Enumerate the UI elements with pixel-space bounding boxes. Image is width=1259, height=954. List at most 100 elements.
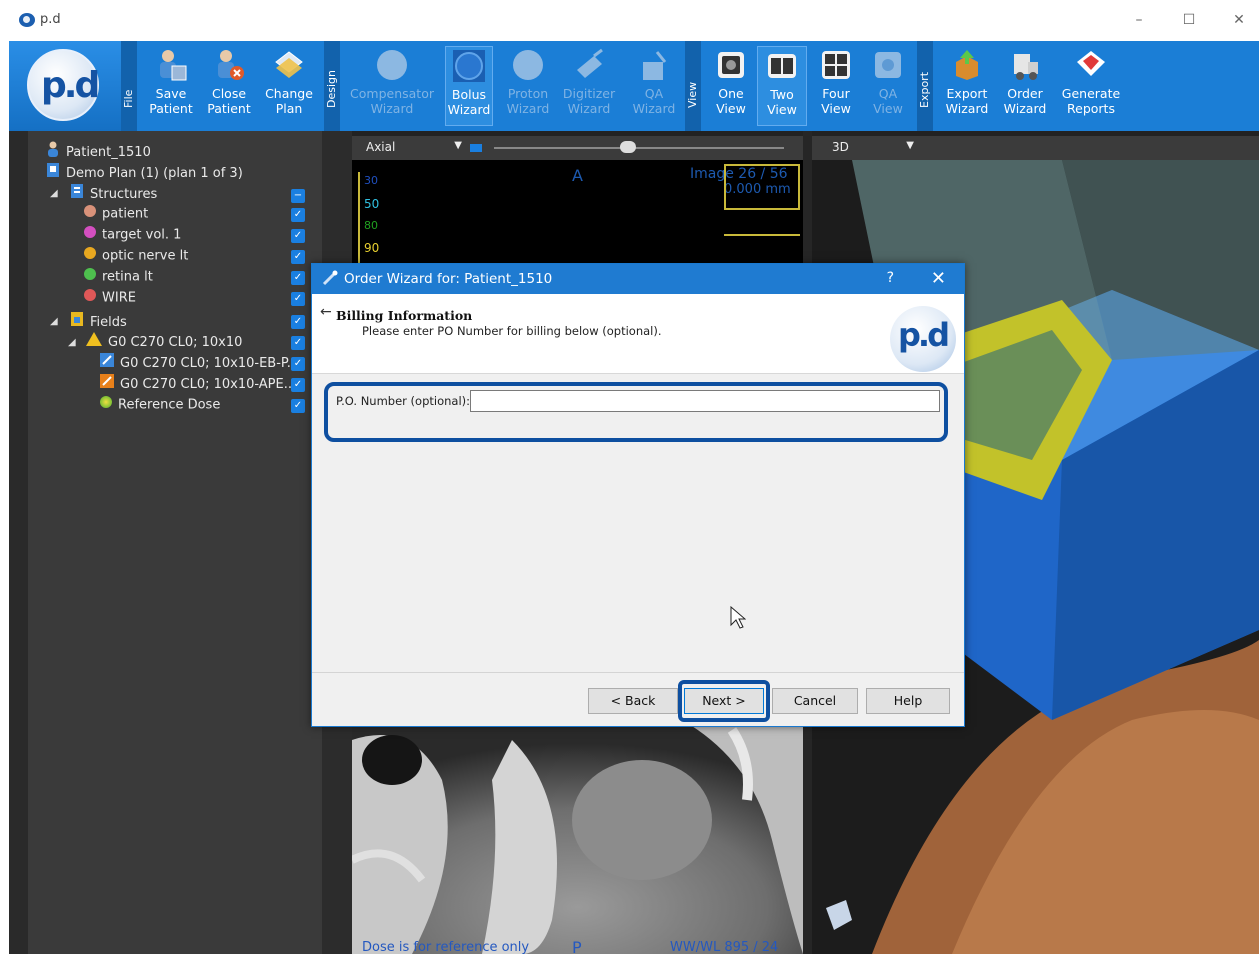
help-button[interactable]: Help xyxy=(866,688,950,714)
axial-view-select[interactable]: Axial ▼ xyxy=(366,140,462,158)
dialog-pd-logo-text: p.d xyxy=(898,316,950,354)
next-button[interactable]: Next > xyxy=(684,688,764,714)
proton-wizard-button[interactable]: Proton Wizard xyxy=(503,46,553,126)
patient-icon xyxy=(46,141,60,164)
orientation-bottom-label: P xyxy=(572,938,582,954)
two-view-button[interactable]: Two View xyxy=(757,46,807,126)
one-view-button[interactable]: One View xyxy=(707,46,755,126)
group-label-design: Design xyxy=(324,41,340,131)
save-patient-icon xyxy=(154,48,188,82)
reference-dose-checkbox[interactable]: ✓ xyxy=(291,399,305,413)
tree-plan[interactable]: Demo Plan (1) (plan 1 of 3) xyxy=(46,162,243,182)
tree-structure-item[interactable]: optic nerve lt xyxy=(84,246,188,266)
dialog-help-button[interactable]: ? xyxy=(887,270,894,286)
structure-color-icon xyxy=(84,246,96,266)
structure-checkbox[interactable]: ✓ xyxy=(291,250,305,264)
structure-color-icon xyxy=(84,288,96,308)
beam-icon xyxy=(100,353,114,374)
axial-view-header: Axial ▼ xyxy=(352,136,803,160)
qa-view-icon xyxy=(871,48,905,82)
tree-structure-item[interactable]: retina lt xyxy=(84,267,153,287)
step-subheading: Please enter PO Number for billing below… xyxy=(362,324,662,338)
field-parent-checkbox[interactable]: ✓ xyxy=(291,336,305,350)
four-view-button[interactable]: Four View xyxy=(811,46,861,126)
digitizer-wizard-button[interactable]: Digitizer Wizard xyxy=(559,46,619,126)
compensator-wizard-button[interactable]: Compensator Wizard xyxy=(347,46,437,126)
slice-slider-thumb[interactable] xyxy=(620,141,636,153)
title-bar: p.d – ☐ ✕ xyxy=(0,0,1259,40)
window-level-label: WW/WL 895 / 24 xyxy=(670,940,779,954)
tree-reference-dose[interactable]: Reference Dose xyxy=(100,395,220,415)
dialog-title-bar: Order Wizard for: Patient_1510 ? ✕ xyxy=(312,264,964,294)
warning-icon xyxy=(86,332,102,353)
wizard-wand-icon xyxy=(322,270,338,290)
export-icon xyxy=(950,48,984,82)
order-wizard-dialog: Order Wizard for: Patient_1510 ? ✕ ← Bil… xyxy=(311,263,965,727)
back-arrow-icon[interactable]: ← xyxy=(320,304,332,320)
reports-icon xyxy=(1074,48,1108,82)
tree-structures[interactable]: Structures xyxy=(70,183,157,203)
compensator-icon xyxy=(375,48,409,82)
tree-field-child-2[interactable]: G0 C270 CL0; 10x10-APE... xyxy=(100,374,296,394)
ribbon-logo-area: p.d xyxy=(9,41,135,131)
minimize-button[interactable]: – xyxy=(1124,8,1154,32)
save-patient-button[interactable]: Save Patient xyxy=(145,46,197,126)
cancel-button[interactable]: Cancel xyxy=(772,688,858,714)
dialog-close-button[interactable]: ✕ xyxy=(931,268,946,289)
export-wizard-button[interactable]: Export Wizard xyxy=(939,46,995,126)
field-child-2-checkbox[interactable]: ✓ xyxy=(291,378,305,392)
dose-disclaimer: Dose is for reference only xyxy=(362,940,530,954)
structures-expander-icon[interactable]: ◢ xyxy=(50,188,58,199)
change-plan-button[interactable]: Change Plan xyxy=(261,46,317,126)
tree-field-child-1[interactable]: G0 C270 CL0; 10x10-EB-P... xyxy=(100,353,299,373)
generate-reports-button[interactable]: Generate Reports xyxy=(1057,46,1125,126)
dialog-header: ← Billing Information Please enter PO Nu… xyxy=(312,294,964,374)
fields-expander-icon[interactable]: ◢ xyxy=(50,316,58,327)
mouse-cursor-icon xyxy=(730,605,747,634)
plan-tree-panel: Patient_1510 Demo Plan (1) (plan 1 of 3)… xyxy=(28,131,322,954)
field-expander-icon[interactable]: ◢ xyxy=(68,337,76,348)
tree-fields[interactable]: Fields xyxy=(70,311,127,331)
structure-checkbox[interactable]: ✓ xyxy=(291,271,305,285)
qa-wizard-button[interactable]: QA Wizard xyxy=(627,46,681,126)
3d-view-header: 3D ▼ xyxy=(812,136,1259,160)
slider-toggle-icon[interactable] xyxy=(470,144,482,152)
structure-checkbox[interactable]: ✓ xyxy=(291,292,305,306)
slice-slider-track[interactable] xyxy=(494,147,784,149)
proton-icon xyxy=(511,48,545,82)
tree-structure-item[interactable]: patient xyxy=(84,204,148,224)
dropdown-arrow-icon: ▼ xyxy=(906,140,914,151)
isodose-label-80: 80 xyxy=(364,219,378,232)
plan-icon xyxy=(46,162,60,185)
tree-patient[interactable]: Patient_1510 xyxy=(46,141,151,161)
structure-color-icon xyxy=(84,225,96,245)
field-child-1-checkbox[interactable]: ✓ xyxy=(291,357,305,371)
group-label-view: View xyxy=(685,41,701,131)
fields-checkbox[interactable]: ✓ xyxy=(291,315,305,329)
close-patient-button[interactable]: Close Patient xyxy=(203,46,255,126)
tree-field-parent[interactable]: G0 C270 CL0; 10x10 xyxy=(86,332,242,352)
po-number-input[interactable] xyxy=(470,390,940,412)
structure-checkbox[interactable]: ✓ xyxy=(291,229,305,243)
tree-structure-item[interactable]: WIRE xyxy=(84,288,136,308)
back-button[interactable]: < Back xyxy=(588,688,678,714)
left-edge-divider xyxy=(9,131,28,954)
ribbon-toolbar: p.d File Save Patient Close Patient Chan… xyxy=(9,41,1259,131)
bolus-icon xyxy=(452,49,486,83)
order-wizard-button[interactable]: Order Wizard xyxy=(999,46,1051,126)
structure-checkbox[interactable]: ✓ xyxy=(291,208,305,222)
bolus-wizard-button[interactable]: Bolus Wizard xyxy=(445,46,493,126)
qa-view-button[interactable]: QA View xyxy=(865,46,911,126)
3d-view-select[interactable]: 3D ▼ xyxy=(832,140,914,158)
close-window-button[interactable]: ✕ xyxy=(1224,8,1254,32)
isodose-label-30: 30 xyxy=(364,174,378,187)
maximize-button[interactable]: ☐ xyxy=(1174,8,1204,32)
step-heading: Billing Information xyxy=(336,308,473,323)
window-title: p.d xyxy=(40,12,61,27)
isodose-label-90: 90 xyxy=(364,241,380,255)
four-view-icon xyxy=(819,48,853,82)
tree-structure-item[interactable]: target vol. 1 xyxy=(84,225,181,245)
structures-checkbox[interactable]: − xyxy=(291,189,305,203)
one-view-icon xyxy=(714,48,748,82)
pd-logo[interactable]: p.d xyxy=(27,49,100,121)
